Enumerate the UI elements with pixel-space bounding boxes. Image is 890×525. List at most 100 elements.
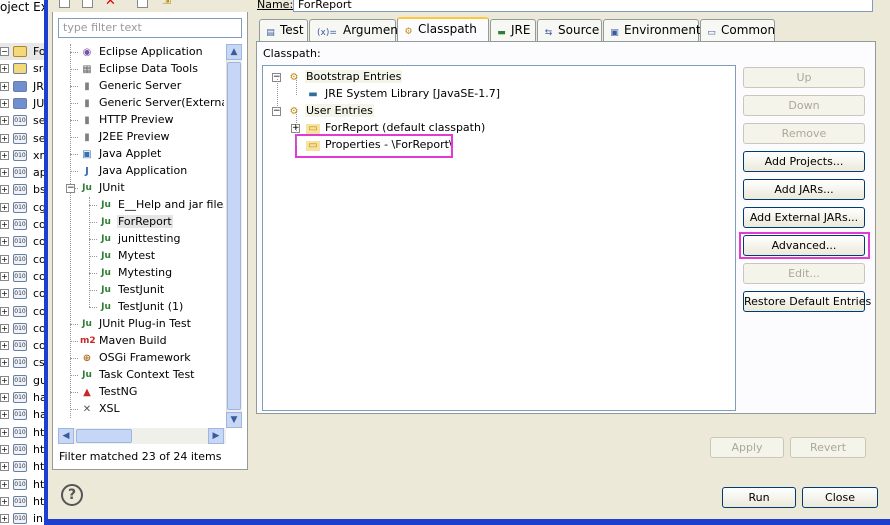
expand-icon[interactable]: − [0,47,9,56]
expand-icon[interactable]: + [0,116,9,126]
expand-icon[interactable]: + [0,462,9,472]
expand-icon[interactable]: + [0,479,9,489]
tab-arguments-icon: (x)= [317,28,337,38]
name-field[interactable]: ForReport [293,0,873,12]
explorer-item[interactable]: + JR [0,78,46,95]
explorer-item[interactable]: +010 co [0,233,46,250]
expand-icon[interactable]: + [0,444,9,454]
expand-icon[interactable]: + [0,393,9,402]
add-projects-button[interactable]: Add Projects... [743,151,865,172]
add-jars-button[interactable]: Add JARs... [743,179,865,200]
duplicate-config-icon[interactable] [82,0,93,8]
expand-icon[interactable]: + [0,254,9,264]
explorer-item[interactable]: +010 co [0,285,46,302]
expand-icon[interactable]: + [0,271,9,281]
expand-icon[interactable]: + [0,514,9,524]
explorer-item[interactable]: +010 ht [0,476,46,493]
tab-common[interactable]: ▭ Common [700,19,775,41]
explorer-item[interactable]: +010 cg [0,199,46,216]
expand-icon[interactable]: + [0,202,9,212]
explorer-item[interactable]: +src [0,60,46,77]
expand-icon[interactable]: + [0,98,9,108]
explorer-item[interactable]: +010 ap [0,164,46,181]
scroll-left-arrow-icon[interactable]: ◀ [58,428,74,444]
expand-icon[interactable]: + [0,496,9,506]
expand-icon[interactable]: + [0,289,9,299]
expand-icon[interactable]: + [0,168,9,178]
config-tree-item-label: junittesting [118,232,181,245]
explorer-item[interactable]: +010 ini [0,510,46,525]
scroll-down-arrow-icon[interactable]: ▼ [226,412,242,428]
help-icon[interactable]: ? [61,484,83,506]
up-button[interactable]: Up [743,67,865,88]
tab-arguments[interactable]: (x)= Arguments [309,19,409,41]
expand-icon[interactable]: + [0,375,9,385]
tab-test[interactable]: ▤ Test [259,19,308,41]
restore-default-entries-button[interactable]: Restore Default Entries [743,291,871,312]
delete-config-icon[interactable]: ✕ [105,0,116,9]
explorer-item[interactable]: +010 ha [0,389,46,406]
remove-button[interactable]: Remove [743,123,865,144]
jar-icon: 010 [13,340,27,352]
expand-icon[interactable]: + [0,427,9,437]
explorer-item[interactable]: +010 co [0,320,46,337]
expand-icon[interactable]: + [0,64,9,74]
explorer-item[interactable]: +010 bs [0,181,46,198]
expand-icon[interactable]: + [0,358,9,368]
explorer-item[interactable]: +010 ht [0,441,46,458]
tree-guide [70,69,78,70]
jar-icon: 010 [13,392,27,403]
explorer-item[interactable]: +010 gu [0,372,46,389]
explorer-item[interactable]: +010 co [0,216,46,233]
close-button[interactable]: Close [802,487,878,508]
expand-icon[interactable]: + [0,323,9,333]
explorer-item[interactable]: +010 cs [0,354,46,371]
horizontal-scroll-thumb[interactable] [76,429,132,443]
tab-jre[interactable]: ▬ JRE [490,19,536,41]
filter-input[interactable]: type filter text [58,18,242,38]
explorer-item[interactable]: +010 co [0,268,46,285]
apply-button[interactable]: Apply [710,437,784,458]
expand-icon[interactable]: + [0,341,9,351]
expand-icon[interactable]: + [0,81,9,91]
expand-icon[interactable]: + [0,150,9,160]
new-config-icon[interactable] [59,0,70,8]
explorer-item[interactable]: +010 ht [0,424,46,441]
add-external-jars-button[interactable]: Add External JARs... [743,207,865,228]
scroll-right-arrow-icon[interactable]: ▶ [208,428,224,444]
tab-source[interactable]: ⇆ Source [537,19,602,41]
explorer-item[interactable]: + JU [0,95,46,112]
expand-icon[interactable]: + [0,237,9,247]
collapse-icon[interactable]: − [272,107,281,116]
explorer-item[interactable]: +010 ht [0,493,46,510]
expand-icon[interactable]: + [0,220,9,229]
explorer-item[interactable]: +010 co [0,251,46,268]
scroll-up-arrow-icon[interactable]: ▲ [226,44,242,60]
tab-classpath[interactable]: ⚙ Classpath [397,17,489,42]
explorer-item[interactable]: +010 xn [0,147,46,164]
revert-button[interactable]: Revert [790,437,866,458]
expand-icon[interactable]: + [0,185,9,195]
explorer-item[interactable]: +010 se [0,130,46,147]
expand-icon[interactable]: + [0,133,9,143]
library-icon: ▬ [308,89,318,100]
expand-icon[interactable]: + [0,306,9,316]
collapse-icon[interactable]: − [66,184,75,193]
explorer-item[interactable]: +010 ha [0,406,46,423]
run-button[interactable]: Run [722,487,796,508]
vertical-scroll-thumb[interactable] [227,62,241,410]
down-button[interactable]: Down [743,95,865,116]
filter-config-icon[interactable]: ⇲ [162,0,171,7]
explorer-item[interactable]: +010 co [0,337,46,354]
tree-guide [70,103,78,104]
tab-environment[interactable]: ▣ Environment [603,19,701,41]
explorer-item[interactable]: +010 se [0,112,46,129]
tree-guide [70,341,78,342]
jar-icon: 010 [13,374,27,386]
expand-icon[interactable]: + [0,410,9,420]
explorer-item[interactable]: −ForRe [0,43,46,60]
explorer-item[interactable]: +010 ht [0,458,46,475]
explorer-item[interactable]: +010 co [0,303,46,320]
collapse-all-icon[interactable] [137,0,148,8]
edit-button[interactable]: Edit... [743,263,865,284]
